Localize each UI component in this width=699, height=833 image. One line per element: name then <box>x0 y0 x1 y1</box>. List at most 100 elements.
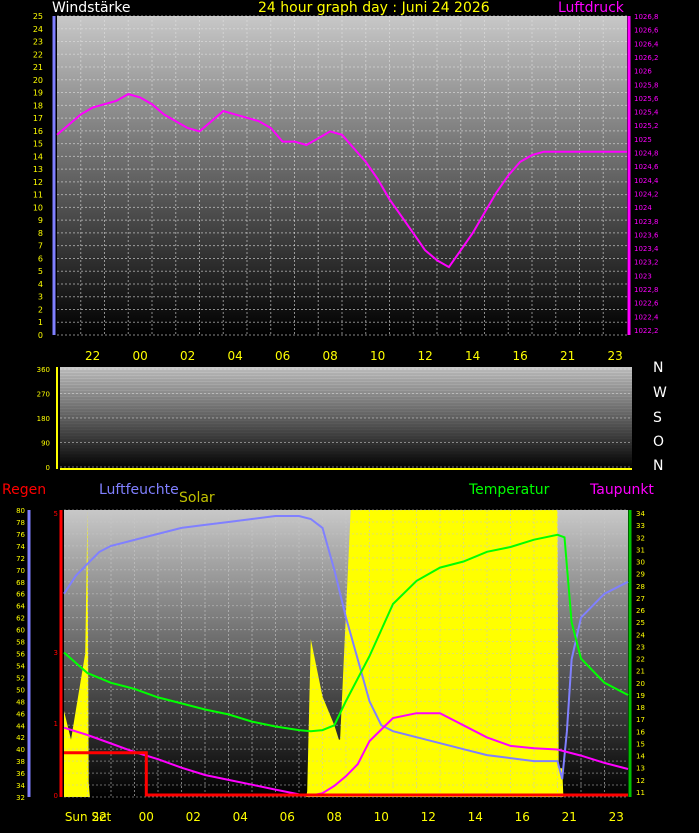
top-left-tick: 8 <box>38 229 43 238</box>
humidity-tick: 70 <box>16 567 25 575</box>
wind-dir-o: O <box>653 434 665 450</box>
top-right-tick: 1023,8 <box>634 218 659 226</box>
taupunkt-header: Taupunkt <box>590 482 654 498</box>
top-left-tick: 10 <box>33 203 43 212</box>
rain-tick: 3 <box>54 649 58 657</box>
top-left-tick: 4 <box>38 280 43 289</box>
top-left-tick: 25 <box>33 12 43 21</box>
wind-y-tick: 90 <box>41 440 50 448</box>
top-right-tick: 1026,2 <box>634 54 659 62</box>
top-right-tick: 1025,2 <box>634 122 659 130</box>
humidity-tick: 68 <box>16 579 25 587</box>
top-right-tick: 1024,6 <box>634 163 659 171</box>
top-x-tick: 06 <box>275 349 290 363</box>
temperature-tick: 15 <box>636 740 645 748</box>
top-x-tick: 10 <box>370 349 385 363</box>
bottom-x-tick: 22 <box>92 810 107 824</box>
top-left-tick: 24 <box>33 25 43 34</box>
temperature-tick: 29 <box>636 571 645 579</box>
top-right-tick: 1023 <box>634 272 652 280</box>
humidity-tick: 58 <box>16 639 25 647</box>
temperature-tick: 25 <box>636 619 645 627</box>
top-left-tick: 20 <box>33 76 43 85</box>
top-x-tick: 22 <box>85 349 100 363</box>
top-right-tick: 1026,6 <box>634 27 659 35</box>
humidity-tick: 34 <box>16 782 25 790</box>
top-x-tick: 12 <box>417 349 432 363</box>
right-title: Luftdruck <box>558 0 624 16</box>
top-right-tick: 1025 <box>634 136 652 144</box>
top-right-tick: 1026,8 <box>634 13 659 21</box>
temperature-tick: 30 <box>636 559 645 567</box>
wind-y-tick: 270 <box>37 391 50 399</box>
bottom-x-tick: 10 <box>374 810 389 824</box>
top-right-tick: 1025,6 <box>634 95 659 103</box>
humidity-tick: 32 <box>16 794 25 802</box>
humidity-tick: 52 <box>16 674 25 682</box>
top-left-tick: 22 <box>33 50 43 59</box>
humidity-tick: 38 <box>16 758 25 766</box>
bottom-x-tick: 00 <box>139 810 154 824</box>
temperature-tick: 12 <box>636 777 645 785</box>
wind-y-tick: 180 <box>37 415 50 423</box>
top-x-tick: 23 <box>607 349 622 363</box>
top-x-tick: 02 <box>180 349 195 363</box>
temperature-tick: 27 <box>636 595 645 603</box>
regen-header: Regen <box>2 482 47 498</box>
top-right-tick: 1026 <box>634 68 652 76</box>
temperature-tick: 33 <box>636 522 645 530</box>
humidity-tick: 78 <box>16 519 25 527</box>
humidity-tick: 56 <box>16 651 25 659</box>
bottom-x-tick: 06 <box>280 810 295 824</box>
top-left-tick: 11 <box>33 191 43 200</box>
temperature-tick: 32 <box>636 534 645 542</box>
wind-dir-n-top: N <box>653 360 664 376</box>
top-left-tick: 16 <box>33 127 43 136</box>
temperature-tick: 20 <box>636 680 645 688</box>
bottom-x-tick: 21 <box>562 810 577 824</box>
temperature-tick: 34 <box>636 510 645 518</box>
temperature-tick: 23 <box>636 643 645 651</box>
top-right-tick: 1024 <box>634 204 652 212</box>
temperature-tick: 26 <box>636 607 645 615</box>
top-left-tick: 23 <box>33 38 43 47</box>
temperature-tick: 14 <box>636 753 645 761</box>
temperature-tick: 13 <box>636 765 645 773</box>
top-left-tick: 19 <box>33 89 43 98</box>
chart-title: 24 hour graph day : Juni 24 2026 <box>258 0 490 16</box>
top-left-tick: 2 <box>38 305 43 314</box>
top-x-tick: 00 <box>132 349 147 363</box>
bottom-x-tick: 12 <box>421 810 436 824</box>
humidity-tick: 40 <box>16 746 25 754</box>
graph-stage: 0123456789101112131415161718192021222324… <box>16 12 659 824</box>
top-right-tick: 1024,2 <box>634 190 659 198</box>
top-x-tick: 04 <box>227 349 242 363</box>
temperature-tick: 17 <box>636 716 645 724</box>
top-left-tick: 14 <box>33 152 43 161</box>
humidity-tick: 72 <box>16 555 25 563</box>
rain-tick: 5 <box>54 510 58 518</box>
solar-header: Solar <box>179 490 215 506</box>
top-left-tick: 7 <box>38 242 43 251</box>
bottom-x-tick: 14 <box>468 810 483 824</box>
top-left-tick: 9 <box>38 216 43 225</box>
humidity-tick: 50 <box>16 686 25 694</box>
humidity-tick: 44 <box>16 722 25 730</box>
top-right-tick: 1022,8 <box>634 286 659 294</box>
wind-y-tick: 0 <box>46 464 50 472</box>
rain-tick: 0 <box>54 792 58 800</box>
luftfeuchte-header: Luftfeuchte <box>99 482 179 498</box>
top-x-tick: 08 <box>322 349 337 363</box>
temperature-tick: 18 <box>636 704 645 712</box>
humidity-tick: 42 <box>16 734 25 742</box>
humidity-tick: 48 <box>16 698 25 706</box>
top-x-tick: 16 <box>512 349 527 363</box>
temperature-tick: 31 <box>636 546 645 554</box>
bottom-x-tick: 02 <box>186 810 201 824</box>
left-title: Windstärke <box>52 0 131 16</box>
temperature-tick: 21 <box>636 668 645 676</box>
top-panel-background <box>57 16 627 335</box>
temperature-tick: 22 <box>636 656 645 664</box>
top-right-tick: 1022,2 <box>634 327 659 335</box>
top-right-tick: 1022,6 <box>634 300 659 308</box>
